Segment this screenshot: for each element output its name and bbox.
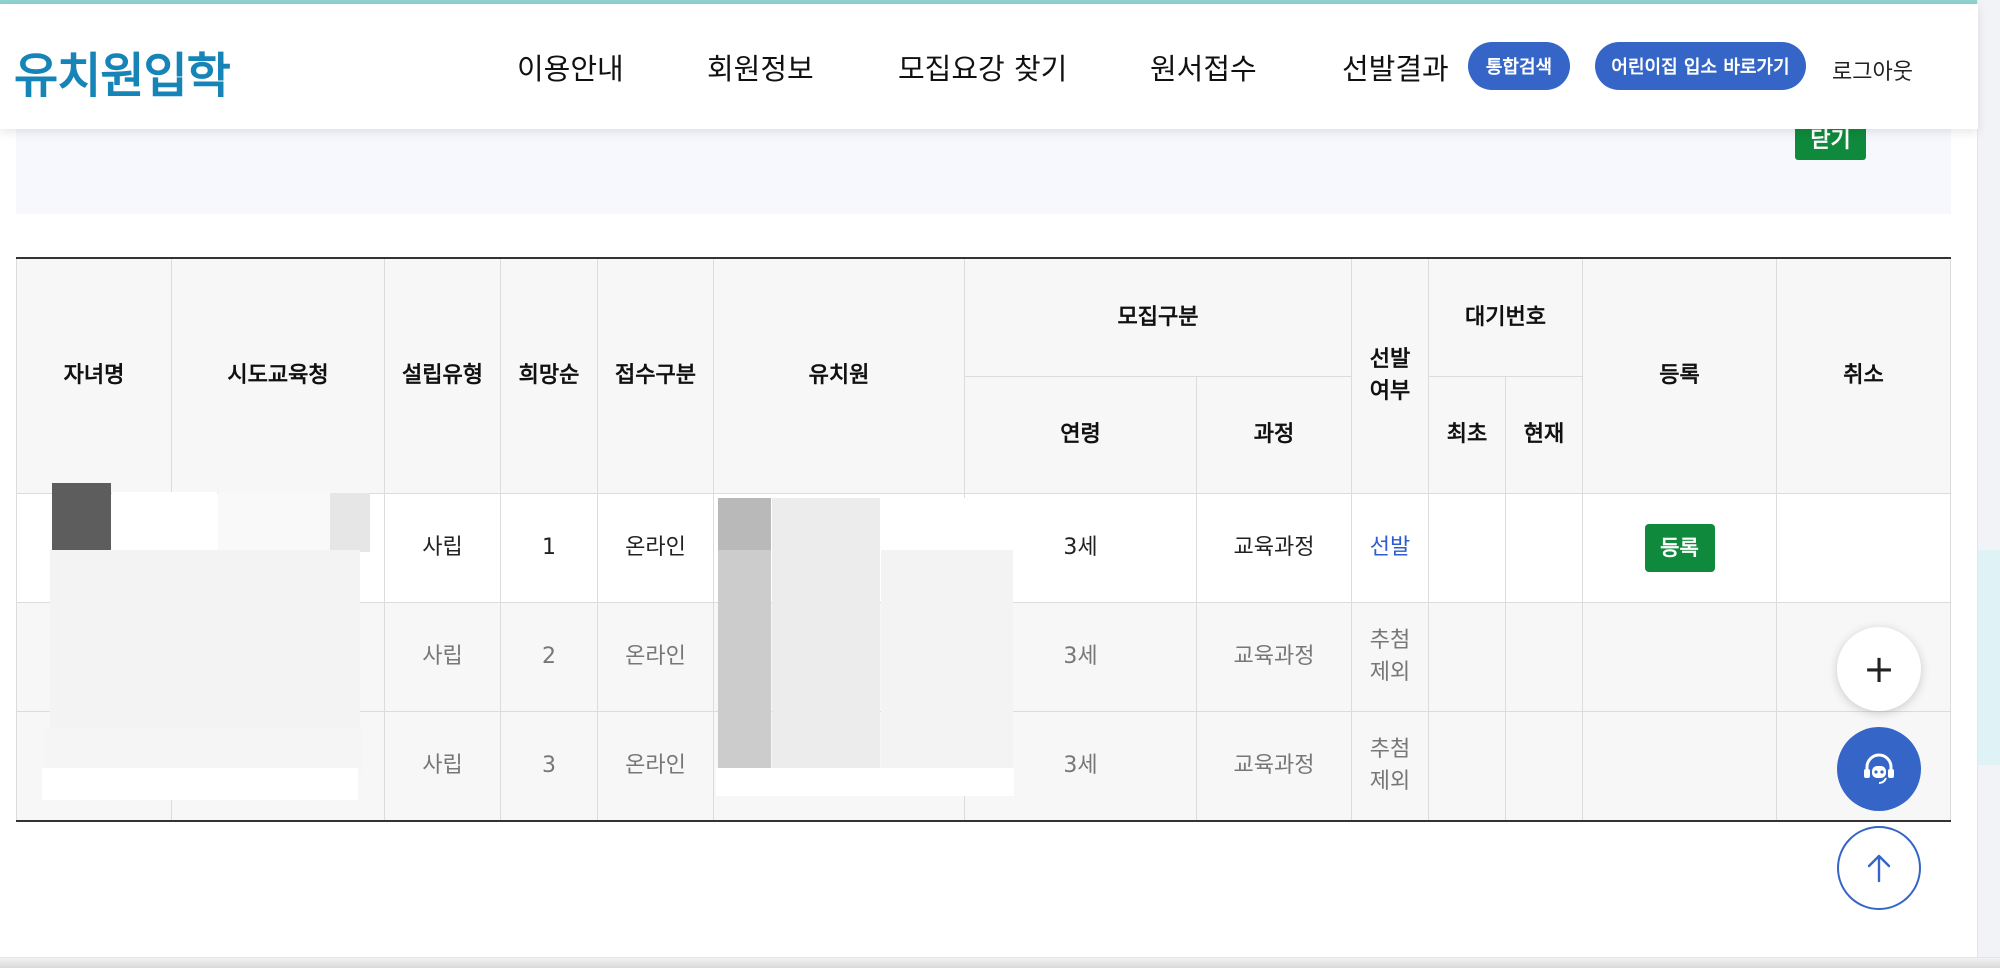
cell-cancel xyxy=(1776,493,1951,603)
header-waiting-current: 현재 xyxy=(1505,376,1583,494)
cell-register xyxy=(1582,602,1777,712)
header-establishment: 설립유형 xyxy=(384,257,501,494)
selection-status-link[interactable]: 선발 xyxy=(1370,535,1410,560)
nav-recruitment-search[interactable]: 모집요강 찾기 xyxy=(898,46,1067,88)
header-recruit-group: 모집구분 xyxy=(964,257,1352,377)
nav-selection-results[interactable]: 선발결과 xyxy=(1342,46,1449,88)
redaction-block xyxy=(718,550,771,768)
redaction-block xyxy=(881,550,1013,770)
redaction-block xyxy=(50,550,360,730)
selection-line2: 제외 xyxy=(1369,660,1411,685)
cell-establishment: 사립 xyxy=(384,493,501,603)
cell-register: 등록 xyxy=(1582,493,1777,603)
redaction-block xyxy=(44,728,362,772)
selection-line2: 제외 xyxy=(1369,769,1411,794)
redaction-block xyxy=(330,493,370,552)
cell-selection: 추첨제외 xyxy=(1351,602,1429,712)
header-edu-office: 시도교육청 xyxy=(171,257,385,494)
site-logo[interactable]: 유치원입학 xyxy=(14,36,231,106)
expand-menu-button[interactable]: + xyxy=(1837,627,1921,711)
header-application-type: 접수구분 xyxy=(597,257,714,494)
redaction-block xyxy=(42,768,358,800)
header-selection-line1: 선발 xyxy=(1369,346,1411,372)
cell-selection: 선발 xyxy=(1351,493,1429,603)
redaction-block xyxy=(112,492,217,552)
site-header: 유치원입학 이용안내 회원정보 모집요강 찾기 원서접수 선발결과 통합검색 어… xyxy=(0,4,1978,129)
scrollbar-thumb[interactable] xyxy=(1978,550,2000,765)
nav-application[interactable]: 원서접수 xyxy=(1150,46,1257,88)
logout-link[interactable]: 로그아웃 xyxy=(1832,54,1913,86)
header-waiting-number: 대기번호 xyxy=(1428,257,1583,377)
header-register: 등록 xyxy=(1582,257,1777,494)
cell-application-type: 온라인 xyxy=(597,493,714,603)
header-age: 연령 xyxy=(964,376,1197,494)
redaction-block xyxy=(52,483,111,551)
header-waiting-first: 최초 xyxy=(1428,376,1506,494)
header-preference: 희망순 xyxy=(500,257,598,494)
scroll-to-top-button[interactable] xyxy=(1837,826,1921,910)
header-child-name: 자녀명 xyxy=(16,257,172,494)
cell-application-type: 온라인 xyxy=(597,711,714,822)
cell-waiting-first xyxy=(1428,711,1506,822)
cell-course: 교육과정 xyxy=(1196,493,1352,603)
cell-waiting-first xyxy=(1428,602,1506,712)
cell-waiting-current xyxy=(1505,711,1583,822)
redaction-block xyxy=(881,498,1013,550)
cell-establishment: 사립 xyxy=(384,602,501,712)
redaction-block xyxy=(218,492,330,552)
nav-member-info[interactable]: 회원정보 xyxy=(707,46,814,88)
header-cancel: 취소 xyxy=(1776,257,1951,494)
arrow-up-icon xyxy=(1867,854,1891,883)
cell-selection: 추첨제외 xyxy=(1351,711,1429,822)
chatbot-button[interactable] xyxy=(1837,727,1921,811)
redaction-block xyxy=(716,768,1014,796)
cell-waiting-current xyxy=(1505,602,1583,712)
headset-chatbot-icon xyxy=(1864,753,1894,784)
header-kindergarten: 유치원 xyxy=(713,257,965,494)
cell-course: 교육과정 xyxy=(1196,711,1352,822)
cell-waiting-first xyxy=(1428,493,1506,603)
cell-waiting-current xyxy=(1505,493,1583,603)
redaction-block xyxy=(772,498,880,768)
cell-establishment: 사립 xyxy=(384,711,501,822)
nav-usage-guide[interactable]: 이용안내 xyxy=(517,46,624,88)
selection-line1: 추첨 xyxy=(1369,737,1411,762)
register-button[interactable]: 등록 xyxy=(1644,524,1715,572)
plus-icon: + xyxy=(1863,647,1895,691)
cell-preference: 1 xyxy=(500,493,598,603)
search-panel xyxy=(16,128,1951,214)
selection-line1: 추첨 xyxy=(1369,628,1411,653)
cell-register xyxy=(1582,711,1777,822)
page-scrollbar[interactable] xyxy=(1977,0,2000,968)
header-selection-line2: 여부 xyxy=(1369,378,1411,404)
integrated-search-button[interactable]: 통합검색 xyxy=(1468,42,1570,90)
header-selection: 선발여부 xyxy=(1351,257,1429,494)
header-course: 과정 xyxy=(1196,376,1352,494)
cell-course: 교육과정 xyxy=(1196,602,1352,712)
window-bottom-edge xyxy=(0,957,2000,968)
cell-preference: 2 xyxy=(500,602,598,712)
cell-preference: 3 xyxy=(500,711,598,822)
cell-application-type: 온라인 xyxy=(597,602,714,712)
redaction-block xyxy=(718,498,771,550)
daycare-shortcut-button[interactable]: 어린이집 입소 바로가기 xyxy=(1595,42,1806,90)
